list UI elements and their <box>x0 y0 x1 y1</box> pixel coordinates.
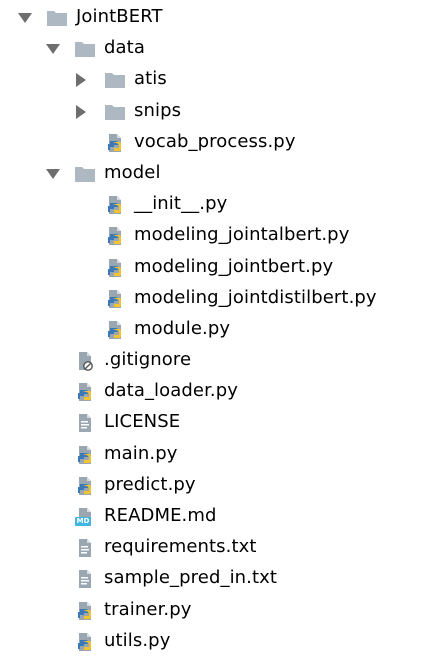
gitignore-file-icon <box>74 351 96 371</box>
python-file-icon <box>104 226 126 246</box>
tree-item-requirements-txt[interactable]: requirements.txt <box>0 532 448 563</box>
tree-item-module-py[interactable]: module.py <box>0 314 448 345</box>
markdown-badge-text: MD <box>76 517 90 525</box>
python-file-icon <box>74 601 96 621</box>
tree-item-utils-py[interactable]: utils.py <box>0 626 448 657</box>
tree-item-label: data_loader.py <box>104 380 239 402</box>
tree-item-label: __init__.py <box>134 193 228 215</box>
tree-item-label: modeling_jointbert.py <box>134 255 334 277</box>
tree-item-gitignore[interactable]: .gitignore <box>0 345 448 376</box>
tree-item-label: snips <box>134 99 182 121</box>
tree-item-data-loader-py[interactable]: data_loader.py <box>0 376 448 407</box>
text-file-icon <box>74 413 96 433</box>
tree-item-label: main.py <box>104 442 178 464</box>
chevron-down-icon[interactable] <box>46 168 60 179</box>
tree-item-license[interactable]: LICENSE <box>0 407 448 438</box>
folder-icon <box>46 8 68 28</box>
tree-item-label: sample_pred_in.txt <box>104 567 278 589</box>
text-file-icon <box>74 569 96 589</box>
folder-icon <box>74 39 96 59</box>
python-file-icon <box>74 632 96 652</box>
tree-item-trainer-py[interactable]: trainer.py <box>0 595 448 626</box>
python-file-icon <box>74 445 96 465</box>
tree-item-label: modeling_jointdistilbert.py <box>134 286 377 308</box>
tree-item-label: modeling_jointalbert.py <box>134 224 350 246</box>
folder-icon <box>104 70 126 90</box>
tree-item-label: JointBERT <box>76 6 163 27</box>
tree-item-label: README.md <box>104 505 217 526</box>
tree-item-snips[interactable]: snips <box>0 96 448 127</box>
tree-item-modeling-jointalbert-py[interactable]: modeling_jointalbert.py <box>0 220 448 251</box>
tree-item-label: requirements.txt <box>104 536 257 558</box>
chevron-right-icon[interactable] <box>76 73 86 88</box>
tree-item-label: .gitignore <box>104 349 192 371</box>
tree-item-label: data <box>104 37 145 59</box>
text-file-icon <box>74 538 96 558</box>
python-file-icon <box>104 320 126 340</box>
tree-item-init-py[interactable]: __init__.py <box>0 189 448 220</box>
chevron-down-icon[interactable] <box>46 44 60 55</box>
python-file-icon <box>104 133 126 153</box>
tree-item-label: LICENSE <box>104 411 181 433</box>
tree-item-atis[interactable]: atis <box>0 64 448 95</box>
python-file-icon <box>104 289 126 309</box>
python-file-icon <box>74 382 96 402</box>
python-file-icon <box>104 195 126 215</box>
tree-item-label: utils.py <box>104 629 171 651</box>
chevron-down-icon[interactable] <box>18 13 32 23</box>
tree-item-vocab-process-py[interactable]: vocab_process.py <box>0 127 448 158</box>
tree-item-label: vocab_process.py <box>134 130 296 152</box>
tree-item-modeling-jointdistilbert-py[interactable]: modeling_jointdistilbert.py <box>0 283 448 314</box>
project-tree: JointBERT data atis snips vocab_process.pymo… <box>0 2 448 657</box>
tree-item-main-py[interactable]: main.py <box>0 439 448 470</box>
tree-item-predict-py[interactable]: predict.py <box>0 470 448 501</box>
tree-item-jointbert[interactable]: JointBERT <box>0 2 448 33</box>
tree-item-data[interactable]: data <box>0 33 448 64</box>
tree-item-readme-md[interactable]: MD README.md <box>0 501 448 532</box>
chevron-right-icon[interactable] <box>76 104 86 119</box>
folder-icon <box>74 164 96 184</box>
tree-item-label: model <box>104 161 161 183</box>
tree-item-label: trainer.py <box>104 598 192 620</box>
markdown-file-icon: MD <box>74 507 96 527</box>
tree-item-sample-pred-in-txt[interactable]: sample_pred_in.txt <box>0 563 448 594</box>
tree-item-label: atis <box>134 68 167 90</box>
tree-item-label: predict.py <box>104 473 196 495</box>
tree-item-model[interactable]: model <box>0 158 448 189</box>
python-file-icon <box>104 258 126 278</box>
tree-item-label: module.py <box>134 317 231 339</box>
tree-item-modeling-jointbert-py[interactable]: modeling_jointbert.py <box>0 252 448 283</box>
python-file-icon <box>74 476 96 496</box>
folder-icon <box>104 102 126 122</box>
